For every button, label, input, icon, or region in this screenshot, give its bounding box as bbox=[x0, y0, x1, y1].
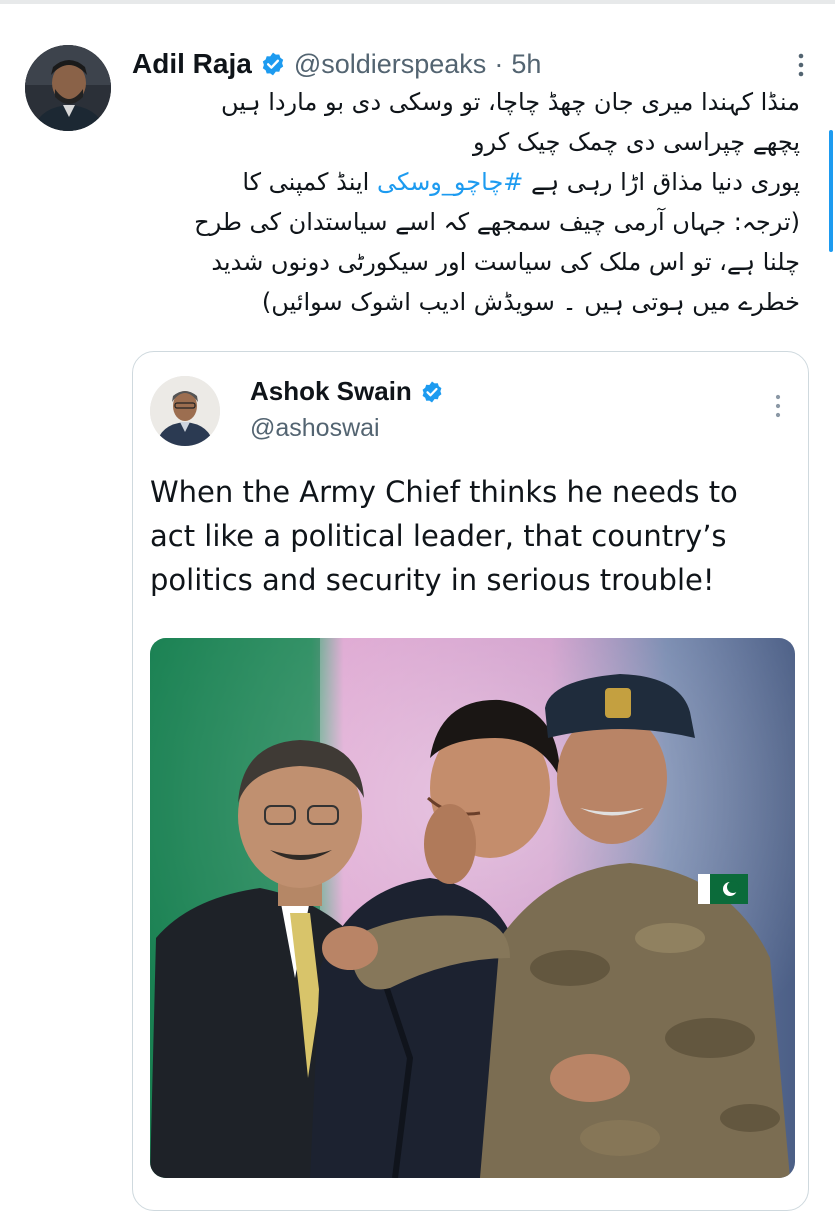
quoted-author-name[interactable]: Ashok Swain bbox=[250, 376, 412, 407]
more-options-icon[interactable] bbox=[786, 50, 816, 80]
author-name[interactable]: Adil Raja bbox=[132, 48, 252, 80]
verified-badge-icon bbox=[420, 380, 444, 404]
quoted-tweet-text: When the Army Chief thinks he needs to a… bbox=[150, 470, 800, 602]
tweet-text-line: چلنا ہے، تو اس ملک کی سیاست اور سیکورٹی … bbox=[211, 248, 800, 276]
more-options-icon[interactable] bbox=[764, 392, 792, 420]
quoted-text-line: politics and security in serious trouble… bbox=[150, 563, 715, 597]
author-avatar-image bbox=[25, 45, 111, 131]
author-handle[interactable]: @soldierspeaks bbox=[294, 49, 487, 80]
tweet-text-line: خطرے میں ہوتی ہیں ۔ سویڈش ادیب اشوک سوائ… bbox=[261, 288, 800, 316]
quoted-author-row: Ashok Swain bbox=[250, 376, 444, 407]
tweet-text-segment: پوری دنیا مذاق اڑا رہی ہے bbox=[531, 168, 800, 196]
tweet-text-line: (ترجہ: جہاں آرمی چیف سمجھے کہ اسے سیاستد… bbox=[194, 208, 800, 236]
tweet-text-line: پوری دنیا مذاق اڑا رہی ہے #چاچو_وسکی این… bbox=[128, 162, 800, 202]
tweet-header: Adil Raja @soldierspeaks · 5h bbox=[132, 44, 772, 84]
author-avatar[interactable] bbox=[25, 45, 111, 131]
separator-dot: · bbox=[494, 48, 504, 79]
quoted-tweet-photo[interactable] bbox=[150, 638, 795, 1178]
hashtag-link[interactable]: #چاچو_وسکی bbox=[377, 168, 523, 196]
tweet-text-line: پچھے چپراسی دی چمک چیک کرو bbox=[472, 128, 800, 156]
tweet-text-line: منڈا کہندا میری جان چھڈ چاچا، تو وسکی دی… bbox=[221, 88, 800, 116]
verified-badge-icon bbox=[260, 51, 286, 77]
tweet-text-segment: اینڈ کمپنی کا bbox=[242, 168, 370, 196]
quoted-avatar-image bbox=[150, 376, 220, 446]
quoted-text-line: act like a political leader, that countr… bbox=[150, 519, 727, 553]
timestamp[interactable]: 5h bbox=[511, 49, 541, 80]
scroll-indicator bbox=[829, 130, 833, 252]
quoted-text-line: When the Army Chief thinks he needs to bbox=[150, 475, 738, 509]
quoted-author-handle[interactable]: @ashoswai bbox=[250, 414, 380, 443]
quoted-author-avatar[interactable] bbox=[150, 376, 220, 446]
tweet-text: منڈا کہندا میری جان چھڈ چاچا، تو وسکی دی… bbox=[128, 82, 800, 322]
photo-embrace bbox=[150, 638, 795, 1178]
top-divider bbox=[0, 0, 835, 4]
